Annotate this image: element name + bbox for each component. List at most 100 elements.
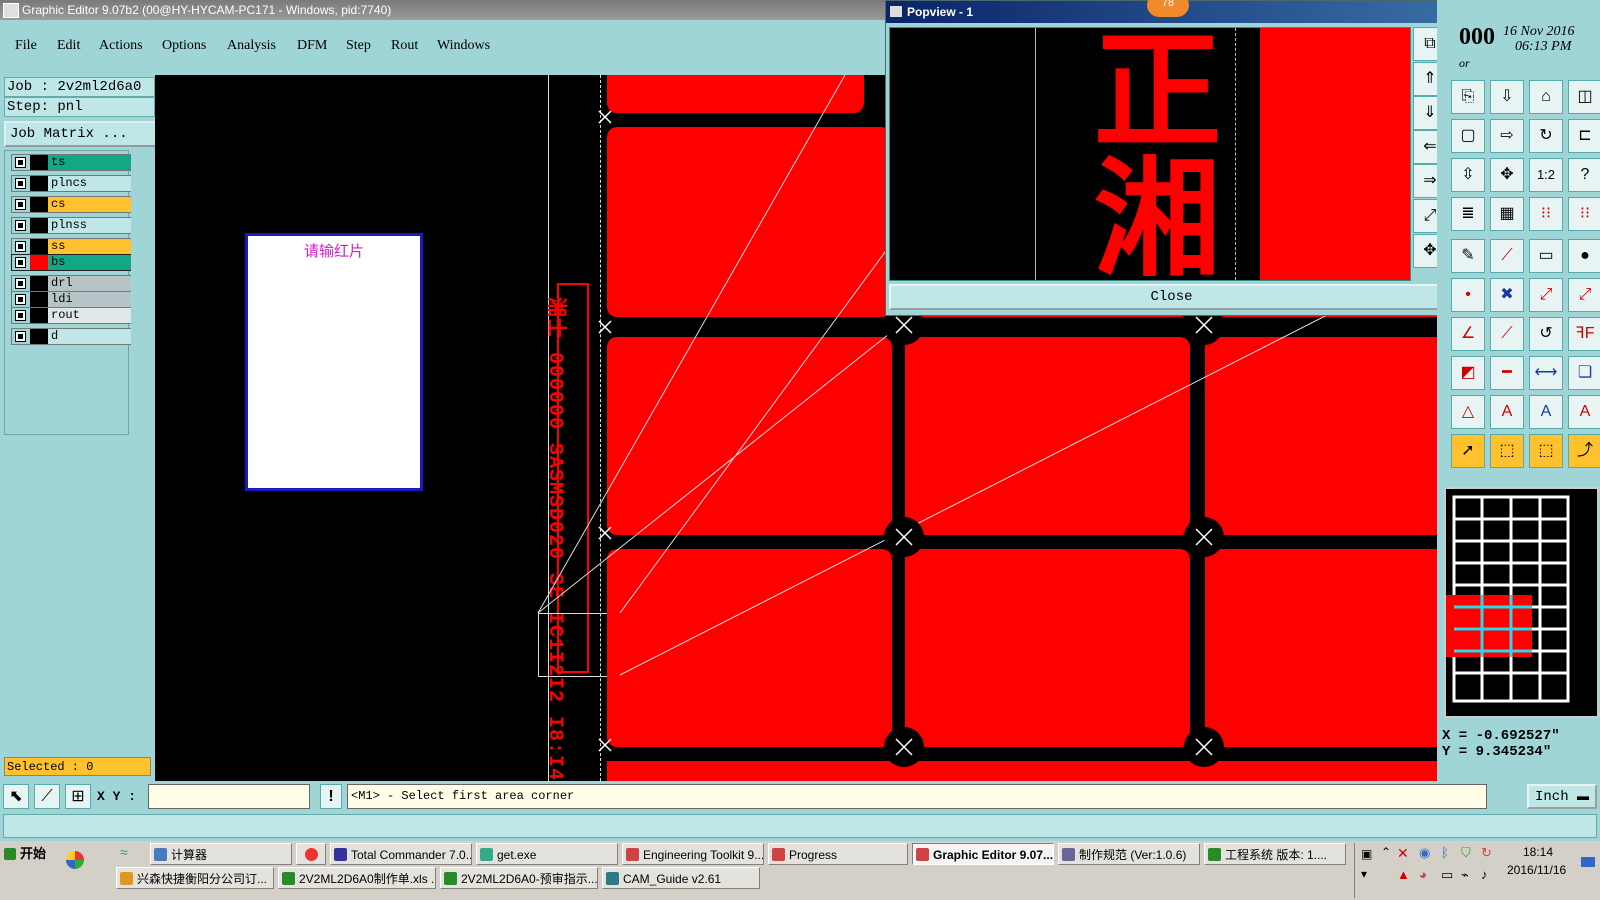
task-cam-guide[interactable]: CAM_Guide v2.61 (602, 867, 760, 889)
circle-icon[interactable]: ● (1568, 239, 1600, 273)
tray-bluetooth-icon[interactable]: ᛒ (1441, 845, 1449, 860)
layers-icon[interactable]: ≣ (1451, 197, 1485, 231)
center-icon[interactable]: ✥ (1490, 158, 1524, 192)
window-icon[interactable]: ◫ (1568, 80, 1600, 114)
layer-checkbox[interactable] (15, 220, 26, 231)
layer-row-cs[interactable]: cs (11, 196, 131, 213)
layer-checkbox[interactable] (15, 331, 26, 342)
layer-row-ts[interactable]: ts (11, 154, 131, 171)
menu-analysis[interactable]: Analysis (227, 38, 276, 54)
grid-icon[interactable]: ▦ (1490, 197, 1524, 231)
menu-actions[interactable]: Actions (99, 38, 143, 54)
layer-checkbox[interactable] (15, 257, 26, 268)
tray-arrow-icon[interactable]: ▾ (1361, 867, 1367, 881)
menu-edit[interactable]: Edit (57, 38, 80, 54)
menu-windows[interactable]: Windows (437, 38, 490, 54)
layer-row-d[interactable]: d (11, 328, 131, 345)
layer-checkbox[interactable] (15, 310, 26, 321)
text-a-icon[interactable]: △ (1451, 395, 1485, 429)
layer-checkbox[interactable] (15, 241, 26, 252)
ratio-icon[interactable]: 1:2 (1529, 158, 1563, 192)
snap-pad-icon[interactable]: ⁝⁝ (1568, 197, 1600, 231)
step-icon[interactable]: ⊏ (1568, 119, 1600, 153)
menu-file[interactable]: File (15, 38, 37, 54)
scale-icon[interactable]: ⇳ (1451, 158, 1485, 192)
home-icon[interactable]: ⌂ (1529, 80, 1563, 114)
job-matrix-button[interactable]: Job Matrix ... (4, 121, 157, 147)
layer-checkbox[interactable] (15, 178, 26, 189)
layer-row-plncs[interactable]: plncs (11, 175, 131, 192)
angle-icon[interactable]: ∠ (1451, 317, 1485, 351)
zoom-area-icon[interactable]: ⬉ (3, 784, 29, 809)
ruler-icon[interactable]: ▭ (1529, 239, 1563, 273)
excl-button[interactable]: ! (320, 784, 342, 809)
menu-dfm[interactable]: DFM (297, 38, 327, 54)
tray-network-icon[interactable]: ◉ (1419, 845, 1430, 861)
start-button[interactable]: 开始 (2, 843, 50, 865)
zoom-line-icon[interactable]: ⟋ (34, 784, 60, 809)
tray-expand-icon[interactable]: ⌃ (1381, 845, 1391, 859)
select-area-icon[interactable]: ⬚ (1529, 434, 1563, 468)
layer-row-bs[interactable]: bs (11, 254, 131, 271)
clock-time[interactable]: 18:14 (1523, 845, 1553, 859)
select-pointer-icon[interactable]: ➚ (1451, 434, 1485, 468)
layer-checkbox[interactable] (15, 278, 26, 289)
layer-row-plnss[interactable]: plnss (11, 217, 131, 234)
cross-icon[interactable]: ✖ (1490, 278, 1524, 312)
task-calculator[interactable]: 计算器 (150, 843, 292, 865)
task-spec[interactable]: 制作规范 (Ver:1.0.6) (1058, 843, 1200, 865)
mini-map[interactable] (1444, 487, 1599, 718)
minus-icon[interactable]: ━ (1490, 356, 1524, 390)
task-order[interactable]: 兴森快捷衡阳分公司订... (116, 867, 274, 889)
menu-options[interactable]: Options (162, 38, 206, 54)
show-desktop-icon[interactable] (1581, 857, 1595, 867)
measure-icon[interactable]: ⟷ (1529, 356, 1563, 390)
layer-checkbox[interactable] (15, 157, 26, 168)
popview-close-button[interactable]: Close (889, 284, 1454, 310)
layer-checkbox[interactable] (15, 199, 26, 210)
rotate-icon[interactable]: ↻ (1529, 119, 1563, 153)
task-chrome[interactable] (296, 843, 326, 865)
pad-icon[interactable]: ◩ (1451, 356, 1485, 390)
tray-app-icon[interactable]: ◕ (1419, 867, 1427, 882)
xy-input[interactable] (148, 784, 310, 809)
task-total-commander[interactable]: Total Commander 7.0... (330, 843, 472, 865)
task-engineering-system[interactable]: 工程系统 版本: 1.... (1204, 843, 1346, 865)
desktop-icon[interactable]: ≈ (120, 844, 138, 862)
tray-warning-icon[interactable]: ▲ (1397, 867, 1410, 882)
layer-row-drl[interactable]: drl (11, 275, 131, 292)
unit-selector[interactable]: Inch ▬ (1527, 784, 1597, 809)
task-engineering-toolkit[interactable]: Engineering Toolkit 9.... (622, 843, 764, 865)
draw-line-icon[interactable]: ⟋ (1490, 239, 1524, 273)
tray-power-icon[interactable]: ⌁ (1461, 867, 1469, 883)
tray-volume-icon[interactable]: ♪ (1481, 867, 1488, 882)
paste-icon[interactable]: ⇩ (1490, 80, 1524, 114)
select-box-icon[interactable]: ⬚ (1490, 434, 1524, 468)
layer-row-rout[interactable]: rout (11, 307, 131, 324)
task-review[interactable]: 2V2ML2D6A0-预审指示... (440, 867, 598, 889)
frame-icon[interactable]: ▢ (1451, 119, 1485, 153)
menu-rout[interactable]: Rout (391, 38, 418, 54)
tray-icon[interactable]: ▣ (1361, 847, 1372, 861)
move-icon[interactable]: ⇨ (1490, 119, 1524, 153)
tray-x-icon[interactable]: ✕ (1397, 845, 1409, 862)
text-c-icon[interactable]: A (1529, 395, 1563, 429)
select-path-icon[interactable]: ⤴ (1568, 434, 1600, 468)
task-get-exe[interactable]: get.exe (476, 843, 618, 865)
tray-display-icon[interactable]: ▭ (1441, 867, 1453, 883)
point-icon[interactable]: • (1451, 278, 1485, 312)
task-graphic-editor[interactable]: Graphic Editor 9.07... (912, 843, 1054, 865)
quick-launch-icon[interactable] (66, 851, 84, 869)
tray-shield-icon[interactable]: ⛉ (1461, 845, 1471, 861)
arc-icon[interactable]: ↺ (1529, 317, 1563, 351)
group-icon[interactable]: ❏ (1568, 356, 1600, 390)
connect2-icon[interactable]: ⤢ (1568, 278, 1600, 312)
popview-canvas[interactable]: 正湘 (889, 23, 1411, 281)
zoom-grid-icon[interactable]: ⊞ (65, 784, 91, 809)
layer-row-ss[interactable]: ss (11, 238, 131, 255)
menu-step[interactable]: Step (346, 38, 371, 54)
pen-icon[interactable]: ✎ (1451, 239, 1485, 273)
task-xls[interactable]: 2V2ML2D6A0制作单.xls ... (278, 867, 436, 889)
help-icon[interactable]: ? (1568, 158, 1600, 192)
tray-update-icon[interactable]: ↻ (1481, 845, 1492, 861)
